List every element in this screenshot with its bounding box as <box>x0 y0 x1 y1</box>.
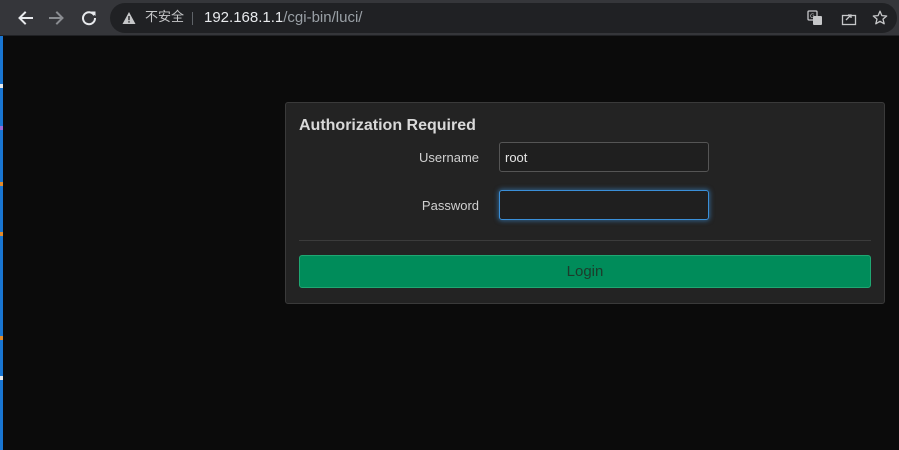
warning-triangle-icon[interactable] <box>122 11 136 25</box>
login-panel: Authorization Required Username Password… <box>285 102 885 304</box>
bookmark-star-icon[interactable] <box>872 10 888 26</box>
username-label: Username <box>419 150 479 165</box>
translate-icon[interactable]: G <box>807 10 823 26</box>
password-input[interactable] <box>499 190 709 220</box>
strip-marker <box>0 336 3 340</box>
password-label: Password <box>421 198 479 213</box>
address-bar[interactable]: 不安全 192.168.1.1/cgi-bin/luci/ G <box>110 3 897 33</box>
address-separator <box>192 12 193 25</box>
reload-icon[interactable] <box>77 6 101 30</box>
panel-title: Authorization Required <box>299 117 476 134</box>
svg-text:G: G <box>810 13 815 20</box>
panel-divider <box>299 240 871 241</box>
left-edge-strip <box>0 36 3 450</box>
username-input[interactable] <box>499 142 709 172</box>
browser-toolbar: 不安全 192.168.1.1/cgi-bin/luci/ G <box>0 0 899 36</box>
url-host: 192.168.1.1 <box>204 9 284 26</box>
login-button[interactable]: Login <box>299 255 871 288</box>
strip-marker <box>0 376 3 380</box>
url-path: /cgi-bin/luci/ <box>283 9 363 26</box>
share-icon[interactable] <box>841 10 857 26</box>
strip-marker <box>0 182 3 186</box>
forward-arrow-icon[interactable] <box>45 6 69 30</box>
strip-marker <box>0 232 3 236</box>
security-status-label[interactable]: 不安全 <box>145 10 184 26</box>
url-text[interactable]: 192.168.1.1/cgi-bin/luci/ <box>204 9 362 27</box>
strip-marker <box>0 84 3 88</box>
strip-marker <box>0 126 3 130</box>
back-arrow-icon[interactable] <box>13 6 37 30</box>
